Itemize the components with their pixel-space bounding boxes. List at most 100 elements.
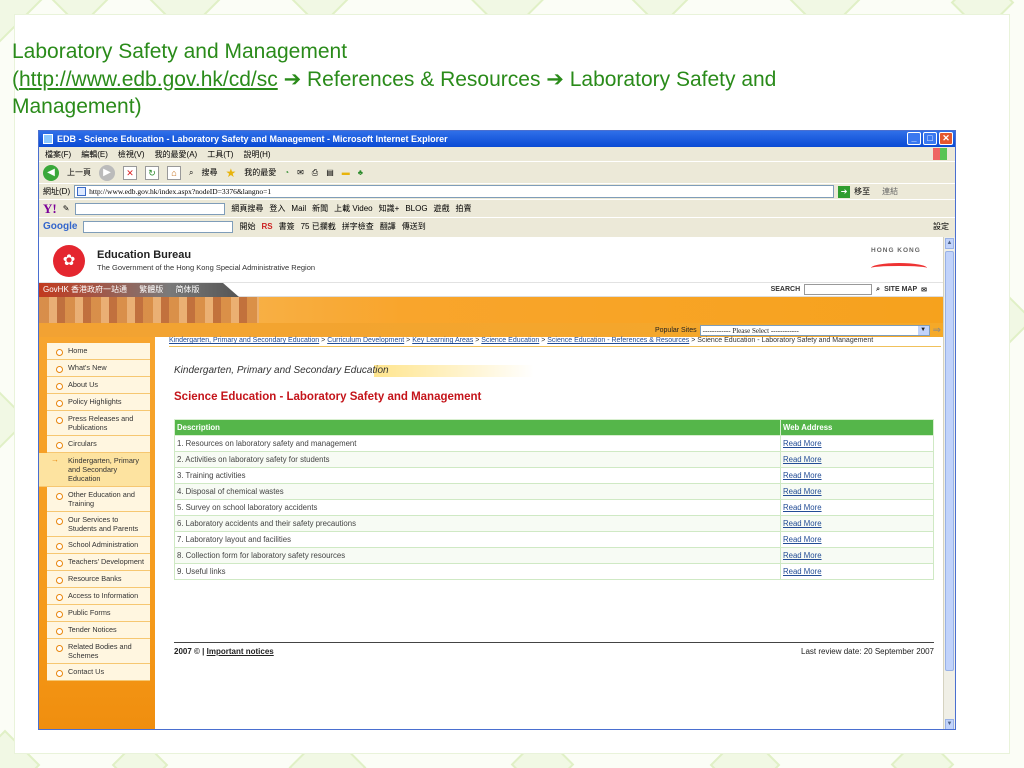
messenger-icon[interactable]: ♣	[358, 168, 363, 177]
search-icon[interactable]: ⌕	[189, 168, 193, 178]
nav-item-policy-highlights[interactable]: Policy Highlights	[47, 394, 150, 411]
minimize-button[interactable]: _	[907, 132, 921, 145]
nav-item-tender-notices[interactable]: Tender Notices	[47, 622, 150, 639]
go-arrow-icon[interactable]: ➔	[838, 185, 851, 198]
links-label[interactable]: 連結	[882, 186, 898, 197]
envelope-icon[interactable]: ✉	[921, 286, 927, 294]
read-more-link[interactable]: Read More	[783, 567, 822, 576]
simplified-chinese-link[interactable]: 简体版	[175, 285, 199, 294]
read-more-link[interactable]: Read More	[783, 519, 822, 528]
chevron-down-icon[interactable]: ▼	[917, 326, 929, 335]
google-item-translate[interactable]: 翻譯	[380, 221, 396, 232]
yahoo-item-video[interactable]: 上載 Video	[334, 203, 373, 214]
menu-tools[interactable]: 工具(T)	[207, 149, 233, 160]
breadcrumb-link[interactable]: Key Learning Areas	[412, 337, 473, 344]
yahoo-item-auction[interactable]: 拍賣	[456, 203, 472, 214]
breadcrumb-link[interactable]: Science Education - References & Resourc…	[547, 337, 689, 344]
nav-item-public-forms[interactable]: Public Forms	[47, 605, 150, 622]
read-more-link[interactable]: Read More	[783, 455, 822, 464]
menu-file[interactable]: 檔案(F)	[45, 149, 71, 160]
scroll-thumb[interactable]	[945, 251, 954, 671]
maximize-button[interactable]: □	[923, 132, 937, 145]
edit-icon[interactable]: ▤	[326, 168, 334, 177]
important-notices-link[interactable]: Important notices	[207, 647, 274, 656]
menu-view[interactable]: 檢視(V)	[118, 149, 145, 160]
yahoo-item-blog[interactable]: BLOG	[405, 204, 427, 213]
breadcrumb-link[interactable]: Kindergarten, Primary and Secondary Educ…	[169, 337, 319, 344]
nav-item-other-education[interactable]: Other Education and Training	[47, 487, 150, 512]
home-icon[interactable]: ⌂	[167, 165, 181, 180]
sitemap-link[interactable]: SITE MAP	[884, 286, 917, 293]
nav-item-home[interactable]: Home	[47, 343, 150, 360]
menu-help[interactable]: 說明(H)	[243, 149, 270, 160]
address-input[interactable]: http://www.edb.gov.hk/index.aspx?nodeID=…	[74, 185, 835, 198]
yahoo-search-input[interactable]	[75, 202, 226, 215]
yahoo-item-news[interactable]: 新聞	[312, 203, 328, 214]
nav-item-about-us[interactable]: About Us	[47, 377, 150, 394]
vertical-scrollbar[interactable]: ▲ ▼	[943, 237, 955, 729]
slide-url-link[interactable]: http://www.edb.gov.hk/cd/sc	[19, 68, 278, 91]
nav-item-school-administration[interactable]: School Administration	[47, 537, 150, 554]
google-item-settings[interactable]: 設定	[933, 221, 949, 232]
google-search-input[interactable]	[83, 220, 234, 233]
yahoo-item-games[interactable]: 遊戲	[434, 203, 450, 214]
menu-favorites[interactable]: 我的最愛(A)	[155, 149, 198, 160]
history-icon[interactable]: ◔	[284, 168, 289, 177]
nav-item-press-releases[interactable]: Press Releases and Publications	[47, 411, 150, 436]
nav-item-circulars[interactable]: Circulars	[47, 436, 150, 453]
nav-item-resource-banks[interactable]: Resource Banks	[47, 571, 150, 588]
print-icon[interactable]: ⎙	[312, 168, 318, 178]
go-arrow-icon[interactable]: ⇒	[933, 325, 941, 336]
traditional-chinese-link[interactable]: 繁體版	[139, 285, 163, 294]
govhk-link[interactable]: GovHK 香港政府一站通	[43, 285, 127, 294]
nav-item-contact-us[interactable]: Contact Us	[47, 664, 150, 681]
close-button[interactable]: ✕	[939, 132, 953, 145]
nav-item-access-information[interactable]: Access to Information	[47, 588, 150, 605]
read-more-link[interactable]: Read More	[783, 471, 822, 480]
yahoo-logo-icon[interactable]: Y!	[43, 201, 57, 217]
favorites-button-label[interactable]: 我的最愛	[244, 167, 276, 178]
google-item-blocked[interactable]: 75 已攔截	[301, 221, 336, 232]
edb-logo-icon[interactable]: ✿	[53, 245, 85, 277]
pencil-icon[interactable]: ✎	[63, 204, 70, 213]
yahoo-item-mail[interactable]: Mail	[291, 204, 306, 213]
read-more-link[interactable]: Read More	[783, 551, 822, 560]
read-more-link[interactable]: Read More	[783, 439, 822, 448]
nav-item-related-bodies[interactable]: Related Bodies and Schemes	[47, 639, 150, 664]
google-item-sendto[interactable]: 傳送到	[402, 221, 426, 232]
window-titlebar[interactable]: EDB - Science Education - Laboratory Saf…	[39, 131, 955, 147]
breadcrumb-link[interactable]: Science Education	[481, 337, 539, 344]
popular-sites-select[interactable]: ------------ Please Select ------------ …	[699, 325, 930, 336]
site-search-input[interactable]	[804, 284, 873, 295]
search-button-label[interactable]: 搜尋	[201, 167, 217, 178]
nav-item-whats-new[interactable]: What's New	[47, 360, 150, 377]
nav-item-kindergarten-primary-secondary[interactable]: Kindergarten, Primary and Secondary Educ…	[39, 453, 150, 487]
stop-icon[interactable]: ✕	[123, 165, 137, 180]
mail-icon[interactable]: ✉	[297, 168, 304, 177]
read-more-link[interactable]: Read More	[783, 535, 822, 544]
yahoo-item-login[interactable]: 登入	[269, 203, 285, 214]
scroll-down-arrow-icon[interactable]: ▼	[945, 719, 954, 729]
google-item-spellcheck[interactable]: 拼字檢查	[342, 221, 374, 232]
breadcrumb-link[interactable]: Curriculum Development	[327, 337, 404, 344]
menu-edit[interactable]: 編輯(E)	[81, 149, 108, 160]
yahoo-item-websearch[interactable]: 網頁搜尋	[231, 203, 263, 214]
magnifier-icon[interactable]: ⌕	[876, 286, 880, 294]
go-button-label[interactable]: 移至	[854, 186, 870, 197]
refresh-icon[interactable]: ↻	[145, 165, 159, 180]
google-item-bookmarks[interactable]: 書簽	[279, 221, 295, 232]
back-button-label[interactable]: 上一頁	[67, 167, 91, 178]
read-more-link[interactable]: Read More	[783, 503, 822, 512]
favorites-star-icon[interactable]: ★	[225, 166, 236, 180]
yahoo-item-answers[interactable]: 知識+	[379, 203, 400, 214]
google-item-start[interactable]: 開始	[239, 221, 255, 232]
read-more-link[interactable]: Read More	[783, 487, 822, 496]
google-logo-icon[interactable]: Google	[43, 221, 77, 232]
folder-icon[interactable]: ▬	[342, 168, 350, 177]
nav-item-teachers-development[interactable]: Teachers' Development	[47, 554, 150, 571]
nav-item-services-students-parents[interactable]: Our Services to Students and Parents	[47, 512, 150, 537]
back-arrow-icon[interactable]: ◀	[43, 164, 59, 181]
google-item-rs[interactable]: RS	[261, 222, 272, 231]
forward-arrow-icon[interactable]: ▶	[99, 164, 115, 181]
scroll-up-arrow-icon[interactable]: ▲	[945, 238, 954, 249]
